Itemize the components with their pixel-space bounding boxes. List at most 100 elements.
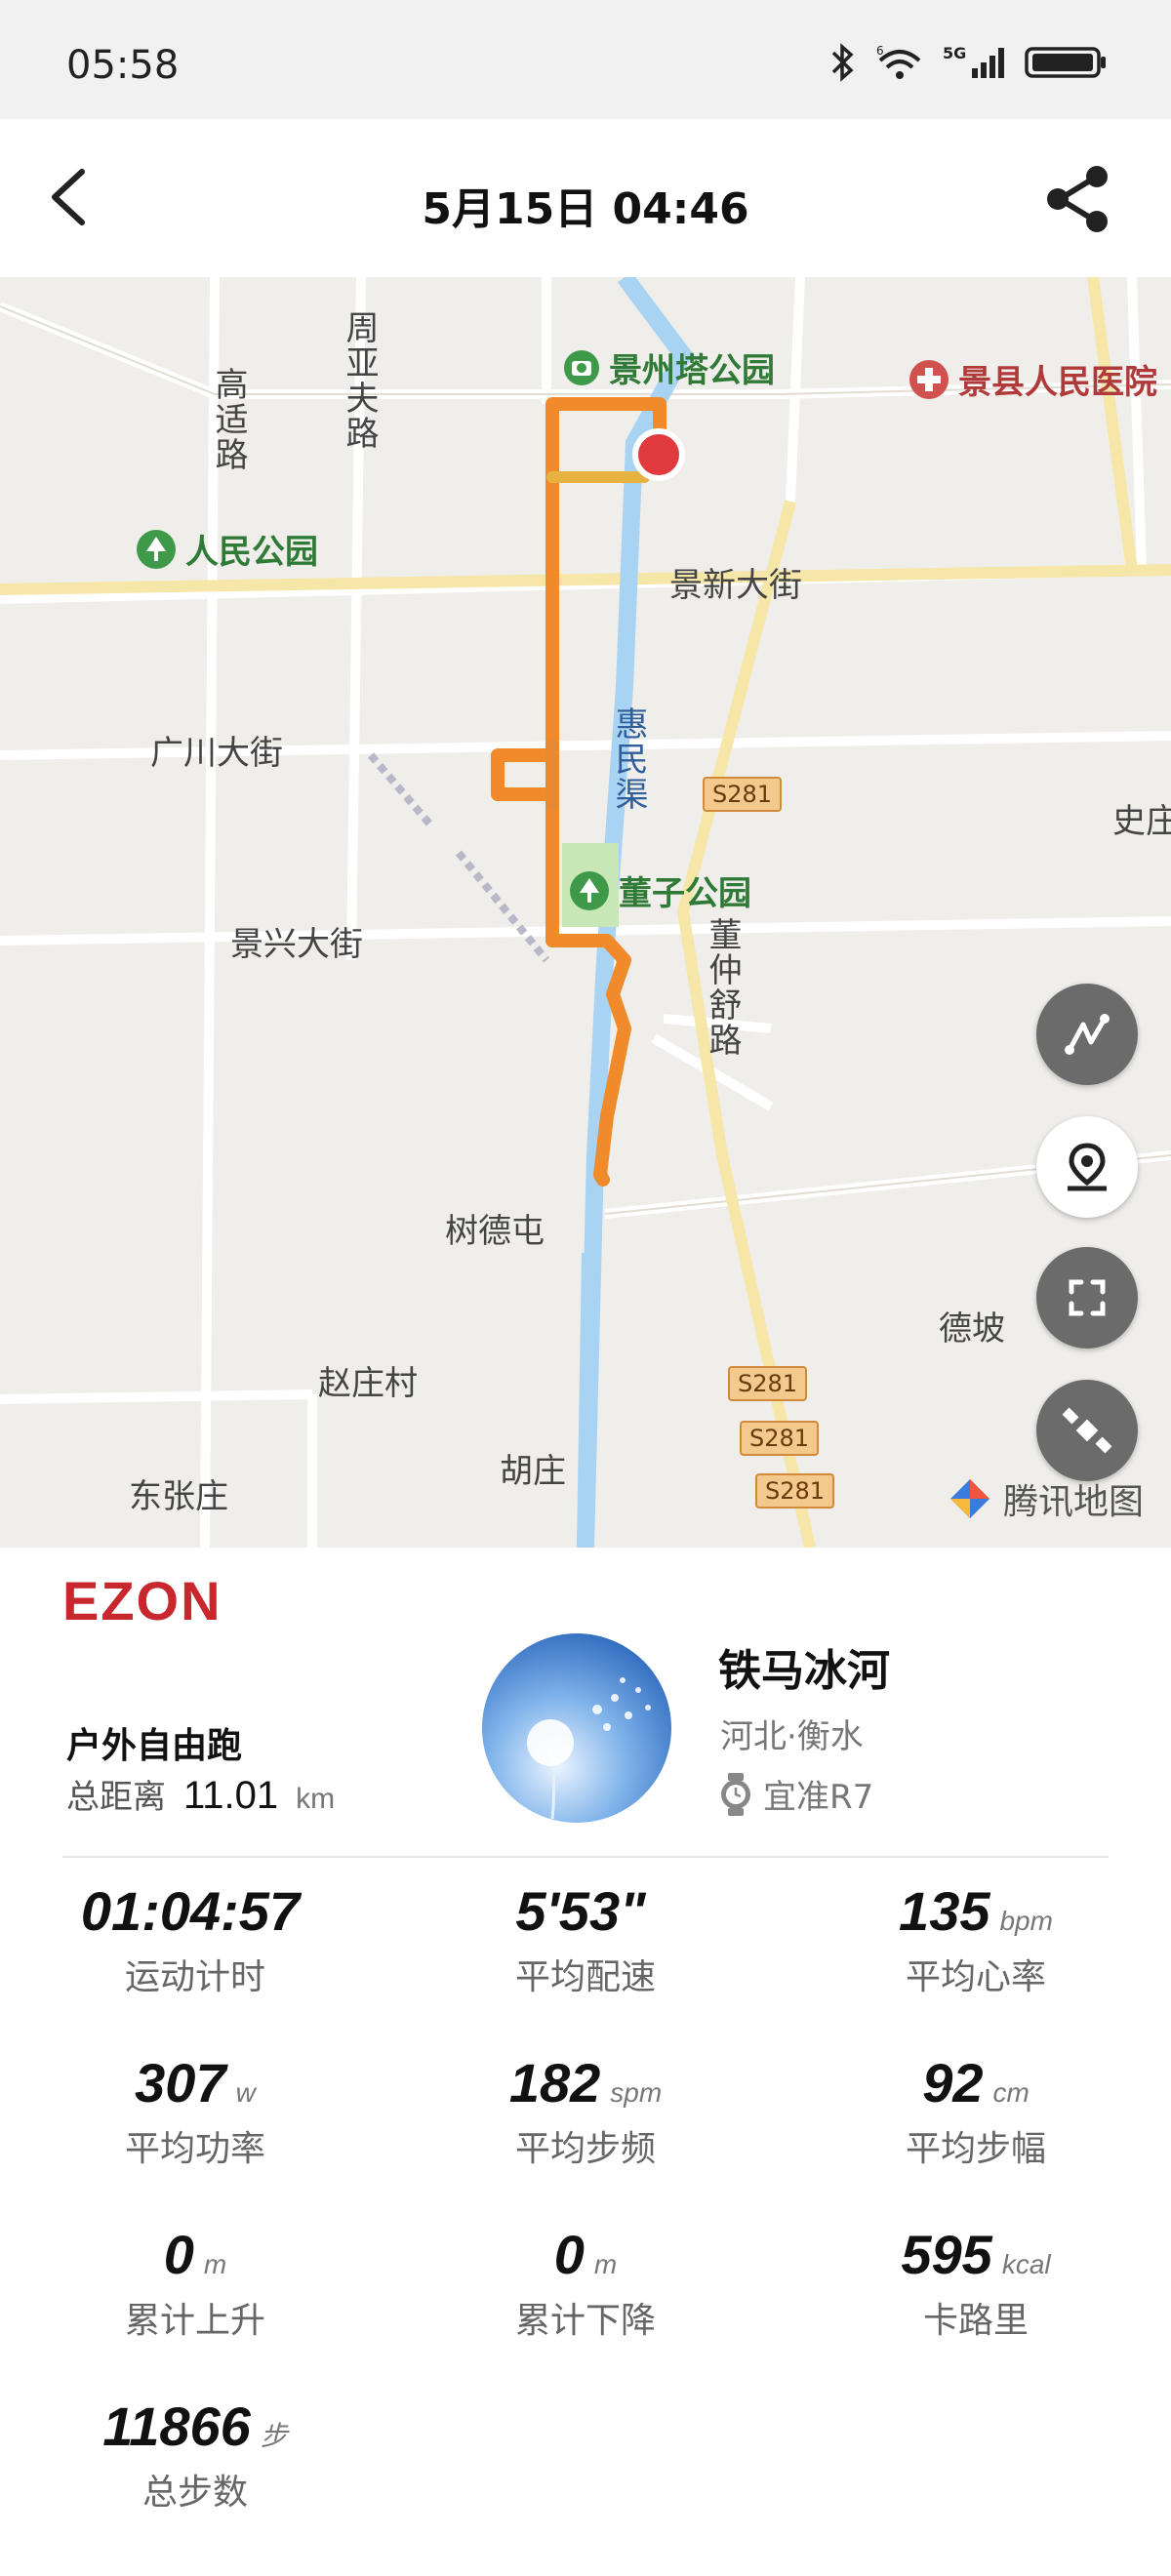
map-label-jingxin-street: 景新大街 — [669, 566, 802, 605]
stat-value: 182 — [508, 2052, 601, 2113]
stat-unit: m — [593, 2249, 618, 2279]
park-tree-icon — [137, 529, 176, 569]
stat-label: 卡路里 — [922, 2301, 1029, 2341]
map-label-shudetun: 树德屯 — [445, 1212, 545, 1251]
map-label-renmin-park: 人民公园 — [185, 533, 318, 572]
wifi-badge: 6 — [876, 44, 884, 58]
workout-summary: EZON 户外自由跑 总距离 11.01 km 铁马冰河 河北·衡水 宜准R7 … — [0, 1548, 1171, 2576]
share-icon — [1047, 166, 1108, 232]
dandelion-avatar-image — [482, 1633, 671, 1823]
road-badge-s281: S281 — [728, 1366, 808, 1401]
stat-duration: 01:04:57 运动计时 — [0, 1879, 390, 1999]
battery-icon — [1025, 47, 1106, 78]
map-label-gaoshi-road: 高适路 — [209, 367, 248, 472]
locate-button[interactable] — [1036, 1116, 1138, 1218]
map-label-county-hospital: 景县人民医院 — [958, 363, 1157, 402]
location-pin-icon — [1068, 1143, 1107, 1191]
fullscreen-icon — [1069, 1279, 1106, 1316]
device-info: 宜准R7 — [718, 1770, 873, 1818]
map-label-dongzhongshu-road: 董仲舒路 — [703, 917, 742, 1058]
map-label-jingzhou-park: 景州塔公园 — [609, 351, 775, 390]
workout-detail-screen: 05:58 6 5G 5月15日 04:46 高适路 周亚夫路 景州塔公园 景县… — [0, 0, 1171, 2576]
map-poi-renmin-park[interactable]: 人民公园 — [135, 525, 318, 573]
stat-avg-power: 307 w 平均功率 — [0, 2051, 390, 2171]
status-bar: 05:58 6 5G — [0, 0, 1171, 119]
stat-label: 累计下降 — [514, 2301, 656, 2341]
share-button[interactable] — [1038, 160, 1116, 238]
distance-unit: km — [296, 1783, 336, 1815]
stat-value: 0 — [163, 2224, 194, 2285]
cellular-signal-icon: 5G — [943, 44, 1004, 78]
map-label-zhouya-road: 周亚夫路 — [340, 310, 379, 451]
divider — [62, 1856, 1109, 1858]
stat-value: 307 — [135, 2052, 226, 2113]
brand-logo: EZON — [62, 1570, 222, 1631]
satellite-layer-button[interactable] — [1036, 1380, 1138, 1481]
hospital-icon — [909, 359, 949, 399]
road-badge-s281: S281 — [740, 1421, 820, 1456]
camera-icon — [564, 349, 599, 385]
map-poi-dongzi-park[interactable]: 董子公园 — [568, 866, 751, 914]
satellite-icon — [1062, 1407, 1112, 1454]
stat-label: 总步数 — [141, 2473, 248, 2513]
network-type: 5G — [943, 44, 966, 62]
tencent-map-logo-icon — [949, 1479, 989, 1518]
distance-value: 11.01 — [183, 1774, 279, 1817]
map-poi-hospital[interactable]: 景县人民医院 — [908, 355, 1157, 403]
distance-label: 总距离 — [66, 1778, 166, 1817]
map-label-huimin-canal: 惠民渠 — [609, 706, 648, 812]
user-name: 铁马冰河 — [718, 1646, 890, 1696]
map-label-dongzi-park: 董子公园 — [619, 874, 751, 913]
fullscreen-button[interactable] — [1036, 1247, 1138, 1348]
stat-unit: cm — [992, 2077, 1030, 2108]
road-badge-s281: S281 — [703, 777, 783, 812]
end-marker — [632, 428, 685, 481]
device-name: 宜准R7 — [763, 1778, 874, 1817]
stat-avg-cadence: 182 spm 平均步频 — [390, 2051, 781, 2171]
map-label-jingxing-street: 景兴大街 — [230, 925, 363, 964]
avatar[interactable] — [482, 1633, 671, 1823]
stat-unit: kcal — [1001, 2249, 1051, 2279]
bluetooth-icon — [831, 43, 854, 82]
watch-icon — [721, 1772, 750, 1816]
stat-total-ascent: 0m 累计上升 — [0, 2223, 390, 2343]
stat-label: 平均功率 — [124, 2129, 265, 2169]
stat-total-steps: 11866 步 总步数 — [0, 2395, 390, 2515]
road-badge-s281: S281 — [755, 1473, 835, 1509]
wifi-icon: 6 — [876, 44, 921, 79]
map-provider-brand: 腾讯地图 — [945, 1473, 1144, 1524]
route-toggle-button[interactable] — [1036, 984, 1138, 1085]
stat-value: 92 — [922, 2052, 984, 2113]
stat-avg-stride: 92 cm 平均步幅 — [781, 2051, 1171, 2171]
map-label-depo: 德坡 — [939, 1309, 1005, 1348]
stat-label: 累计上升 — [124, 2301, 265, 2341]
stat-label: 平均步频 — [514, 2129, 656, 2169]
stat-value: 11866 — [102, 2395, 251, 2457]
stat-value: 01:04:57 — [80, 1880, 301, 1942]
status-icons: 6 5G — [829, 43, 1109, 82]
total-distance: 总距离 11.01 km — [66, 1770, 335, 1818]
stat-avg-heart-rate: 135 bpm 平均心率 — [781, 1879, 1171, 1999]
map-label-shi: 史庄 — [1112, 802, 1171, 841]
stat-label: 运动计时 — [124, 1957, 265, 1997]
route-icon — [1065, 1014, 1110, 1055]
map-poi-jingzhou-park[interactable]: 景州塔公园 — [562, 343, 775, 391]
route-map[interactable]: 高适路 周亚夫路 景州塔公园 景县人民医院 人民公园 景新大街 广川大街 惠民渠… — [0, 277, 1171, 1548]
stat-value: 0 — [553, 2224, 585, 2285]
stat-value: 135 — [899, 1880, 990, 1942]
park-tree-icon — [570, 870, 609, 910]
stat-label: 平均步幅 — [905, 2129, 1046, 2169]
stat-unit: m — [203, 2249, 227, 2279]
top-bar: 5月15日 04:46 — [0, 119, 1171, 277]
stat-unit: w — [235, 2077, 256, 2108]
stat-total-descent: 0m 累计下降 — [390, 2223, 781, 2343]
status-time: 05:58 — [66, 43, 180, 88]
stat-unit: spm — [610, 2077, 663, 2108]
stat-unit: 步 — [260, 2421, 288, 2451]
user-location: 河北·衡水 — [720, 1717, 864, 1756]
map-label-guangchuan-street: 广川大街 — [150, 734, 283, 773]
map-label-dongzhang: 东张庄 — [129, 1477, 228, 1516]
stat-label: 平均心率 — [905, 1957, 1046, 1997]
page-title: 5月15日 04:46 — [422, 184, 749, 234]
map-label-zhaozhuang: 赵庄村 — [318, 1364, 418, 1403]
